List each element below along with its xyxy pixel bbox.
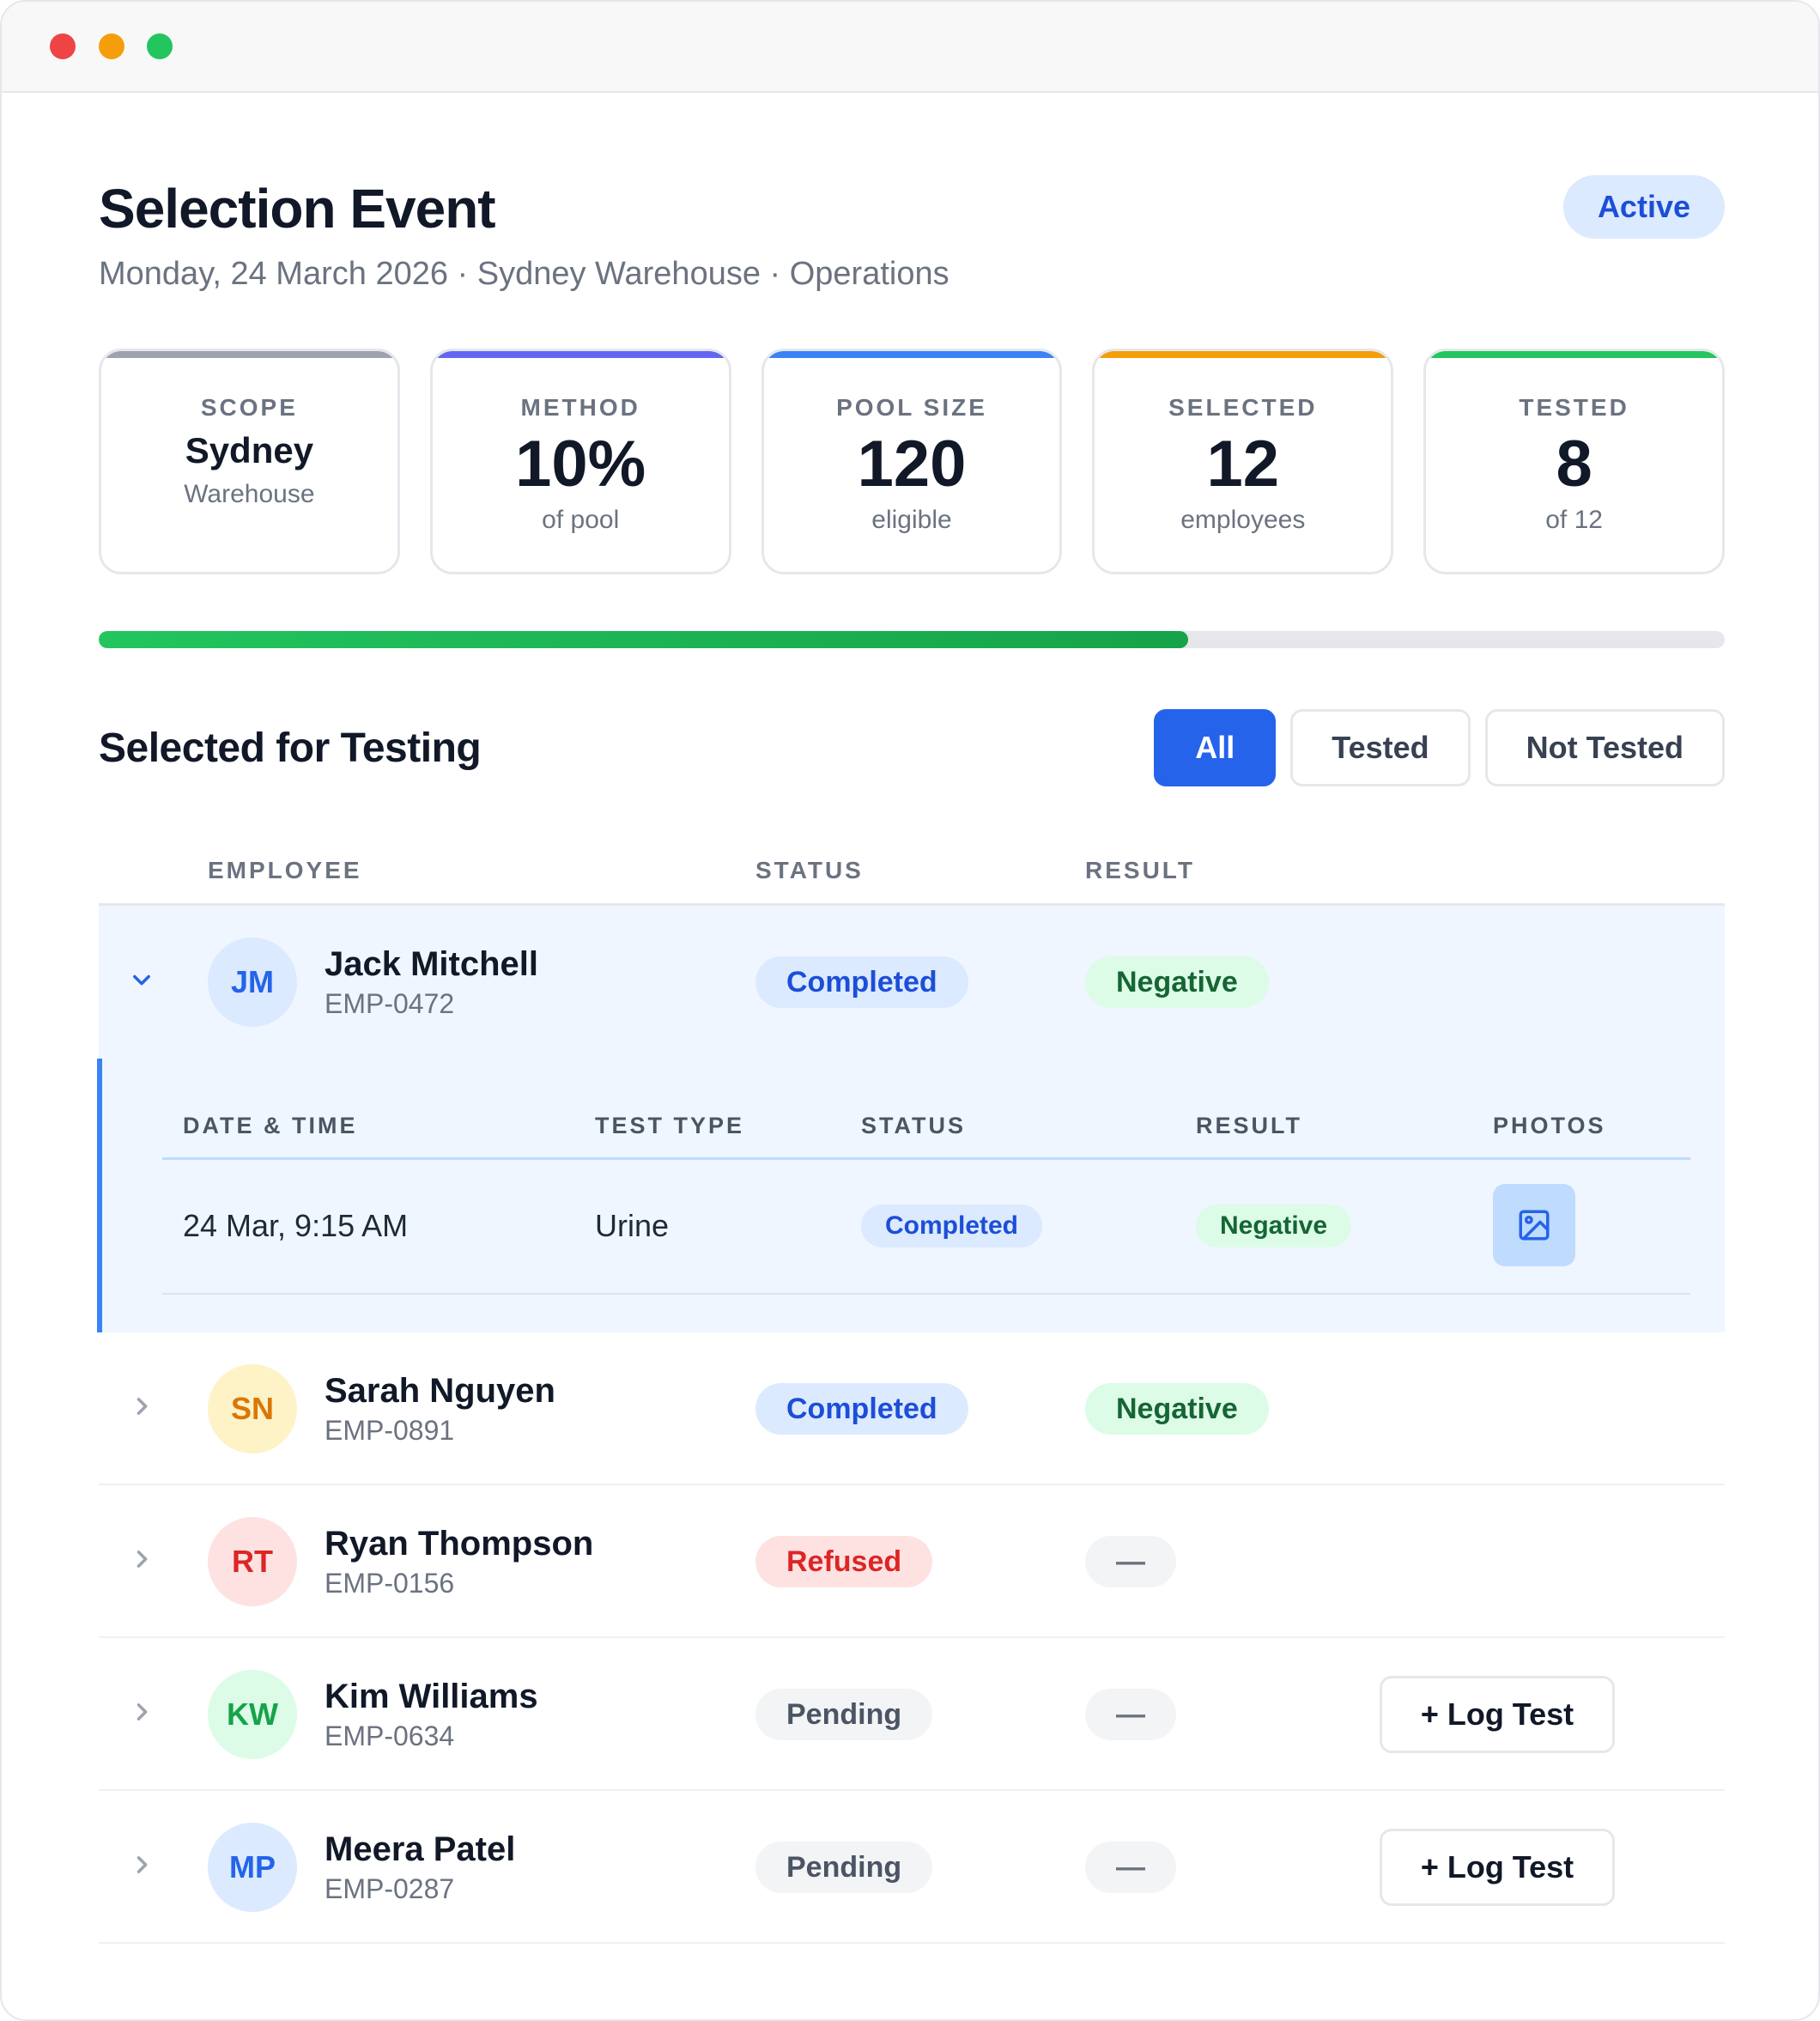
stat-sub: Warehouse xyxy=(184,480,315,508)
chevron-right-icon[interactable] xyxy=(130,1394,154,1418)
avatar: JM xyxy=(208,938,297,1027)
result-badge: — xyxy=(1085,1536,1176,1587)
detail-header-result: RESULT xyxy=(1196,1113,1302,1138)
section-title: Selected for Testing xyxy=(99,725,482,771)
progress-fill xyxy=(99,631,1188,648)
avatar: KW xyxy=(208,1670,297,1759)
stat-card-scope: SCOPE Sydney Warehouse xyxy=(99,349,400,574)
status-badge: Pending xyxy=(755,1842,933,1893)
stat-label: SELECTED xyxy=(1168,394,1318,421)
employee-name: Sarah Nguyen xyxy=(325,1372,555,1410)
test-result-badge: Negative xyxy=(1196,1205,1352,1247)
stat-value: Sydney xyxy=(185,430,314,470)
test-status-badge: Completed xyxy=(861,1205,1043,1247)
employee-name: Jack Mitchell xyxy=(325,945,539,983)
result-badge: Negative xyxy=(1085,1383,1269,1435)
stat-card-pool-size: POOL SIZE 120 eligible xyxy=(761,349,1063,574)
employee-id: EMP-0156 xyxy=(325,1568,455,1599)
stat-accent-bar xyxy=(432,351,729,358)
stat-sub: of pool xyxy=(542,506,620,534)
stat-card-method: METHOD 10% of pool xyxy=(429,349,731,574)
result-badge: — xyxy=(1085,1689,1176,1740)
detail-header-datetime: DATE & TIME xyxy=(183,1113,358,1138)
result-badge: Negative xyxy=(1085,956,1269,1008)
status-badge: Completed xyxy=(755,1383,968,1435)
stat-value: 12 xyxy=(1206,428,1280,501)
event-status-badge: Active xyxy=(1562,175,1725,239)
status-badge: Pending xyxy=(755,1689,933,1740)
stat-value: 8 xyxy=(1556,428,1592,501)
stat-value: 120 xyxy=(857,428,967,501)
image-icon xyxy=(1519,1210,1550,1241)
table-row[interactable]: KW Kim Williams EMP-0634 Pending — + Log… xyxy=(99,1638,1725,1791)
result-badge: — xyxy=(1085,1842,1176,1893)
filter-group: All Tested Not Tested xyxy=(1154,709,1725,786)
stat-sub: employees xyxy=(1180,506,1306,534)
stat-sub: eligible xyxy=(871,506,952,534)
table-row[interactable]: MP Meera Patel EMP-0287 Pending — + Log … xyxy=(99,1791,1725,1944)
stat-value: 10% xyxy=(515,428,646,501)
column-header-status: STATUS xyxy=(755,857,864,883)
page-title: Selection Event xyxy=(99,178,496,240)
employee-name: Meera Patel xyxy=(325,1830,516,1868)
filter-all-button[interactable]: All xyxy=(1154,709,1277,786)
test-detail-panel: DATE & TIME TEST TYPE STATUS RESULT PHOT… xyxy=(97,1059,1725,1332)
minimize-window-button[interactable] xyxy=(99,33,124,59)
employee-id: EMP-0287 xyxy=(325,1873,455,1904)
maximize-window-button[interactable] xyxy=(147,33,173,59)
avatar: SN xyxy=(208,1364,297,1454)
stat-accent-bar xyxy=(763,351,1060,358)
table-row[interactable]: RT Ryan Thompson EMP-0156 Refused — xyxy=(99,1485,1725,1638)
detail-header-type: TEST TYPE xyxy=(595,1113,745,1138)
employee-table: EMPLOYEE STATUS RESULT JM Jack Mitchell … xyxy=(97,841,1725,1944)
employee-name: Ryan Thompson xyxy=(325,1525,594,1563)
stat-accent-bar xyxy=(101,351,397,358)
detail-header-status: STATUS xyxy=(861,1113,966,1138)
close-window-button[interactable] xyxy=(50,33,76,59)
employee-id: EMP-0634 xyxy=(325,1721,455,1751)
filter-not-tested-button[interactable]: Not Tested xyxy=(1484,709,1725,786)
test-type: Urine xyxy=(595,1208,670,1243)
testing-progress-bar xyxy=(99,631,1725,648)
table-header: EMPLOYEE STATUS RESULT xyxy=(99,841,1725,906)
test-detail-table: DATE & TIME TEST TYPE STATUS RESULT PHOT… xyxy=(162,1059,1690,1295)
table-row[interactable]: SN Sarah Nguyen EMP-0891 Completed Negat… xyxy=(99,1332,1725,1485)
stat-label: POOL SIZE xyxy=(836,394,987,421)
chevron-right-icon[interactable] xyxy=(130,1547,154,1571)
stat-sub: of 12 xyxy=(1545,506,1603,534)
chevron-down-icon[interactable] xyxy=(130,968,154,992)
stat-card-selected: SELECTED 12 employees xyxy=(1092,349,1394,574)
detail-header: DATE & TIME TEST TYPE STATUS RESULT PHOT… xyxy=(162,1059,1690,1160)
status-badge: Refused xyxy=(755,1536,933,1587)
detail-row: 24 Mar, 9:15 AM Urine Completed Negative xyxy=(162,1160,1690,1295)
employee-id: EMP-0891 xyxy=(325,1415,455,1446)
status-badge: Completed xyxy=(755,956,968,1008)
chevron-right-icon[interactable] xyxy=(130,1853,154,1877)
employee-name: Kim Williams xyxy=(325,1678,538,1715)
stat-accent-bar xyxy=(1095,351,1392,358)
test-datetime: 24 Mar, 9:15 AM xyxy=(183,1208,409,1243)
stat-label: SCOPE xyxy=(200,394,298,421)
window-titlebar xyxy=(2,2,1818,93)
column-header-employee: EMPLOYEE xyxy=(208,857,362,883)
employee-id: EMP-0472 xyxy=(325,988,455,1019)
app-window: Selection Event Monday, 24 March 2026 · … xyxy=(0,0,1820,2021)
stat-label: TESTED xyxy=(1519,394,1629,421)
log-test-button[interactable]: + Log Test xyxy=(1380,1676,1615,1753)
table-row[interactable]: JM Jack Mitchell EMP-0472 Completed Nega… xyxy=(99,906,1725,1059)
avatar: MP xyxy=(208,1823,297,1912)
page-subtitle: Monday, 24 March 2026 · Sydney Warehouse… xyxy=(99,256,949,292)
filter-tested-button[interactable]: Tested xyxy=(1290,709,1471,786)
chevron-right-icon[interactable] xyxy=(130,1700,154,1724)
stat-card-tested: TESTED 8 of 12 xyxy=(1423,349,1725,574)
detail-header-photos: PHOTOS xyxy=(1493,1113,1606,1138)
stat-label: METHOD xyxy=(520,394,640,421)
stat-accent-bar xyxy=(1426,351,1722,358)
log-test-button[interactable]: + Log Test xyxy=(1380,1829,1615,1906)
view-photo-button[interactable] xyxy=(1493,1184,1575,1266)
avatar: RT xyxy=(208,1517,297,1606)
stats-row: SCOPE Sydney Warehouse METHOD 10% of poo… xyxy=(99,349,1725,574)
column-header-result: RESULT xyxy=(1085,857,1195,883)
